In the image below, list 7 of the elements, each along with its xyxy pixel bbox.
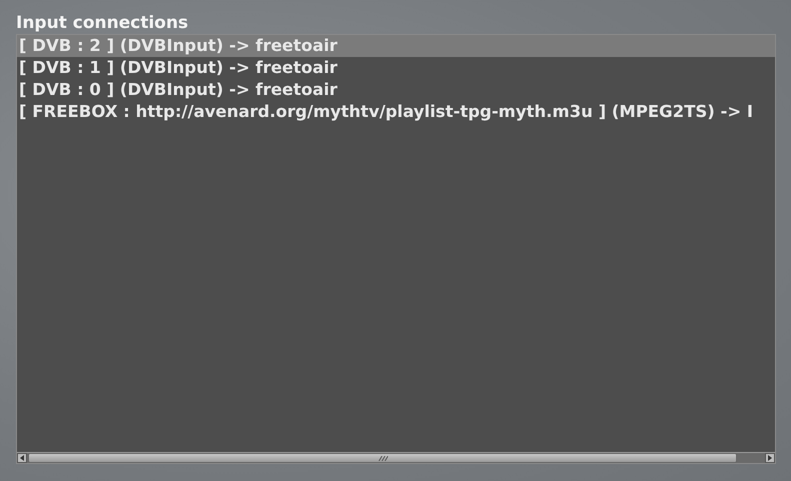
scroll-right-button[interactable]: [765, 453, 775, 463]
grip-icon: [378, 456, 388, 460]
connection-item[interactable]: [ DVB : 0 ] (DVBInput) -> freetoair: [17, 79, 775, 101]
screen-title: Input connections: [16, 12, 188, 34]
scroll-left-button[interactable]: [17, 453, 27, 463]
connection-item[interactable]: [ DVB : 1 ] (DVBInput) -> freetoair: [17, 57, 775, 79]
connection-item[interactable]: [ FREEBOX : http://avenard.org/mythtv/playlist-tpg-myth.m3u ] (MPEG2TS) -> I: [17, 101, 775, 123]
